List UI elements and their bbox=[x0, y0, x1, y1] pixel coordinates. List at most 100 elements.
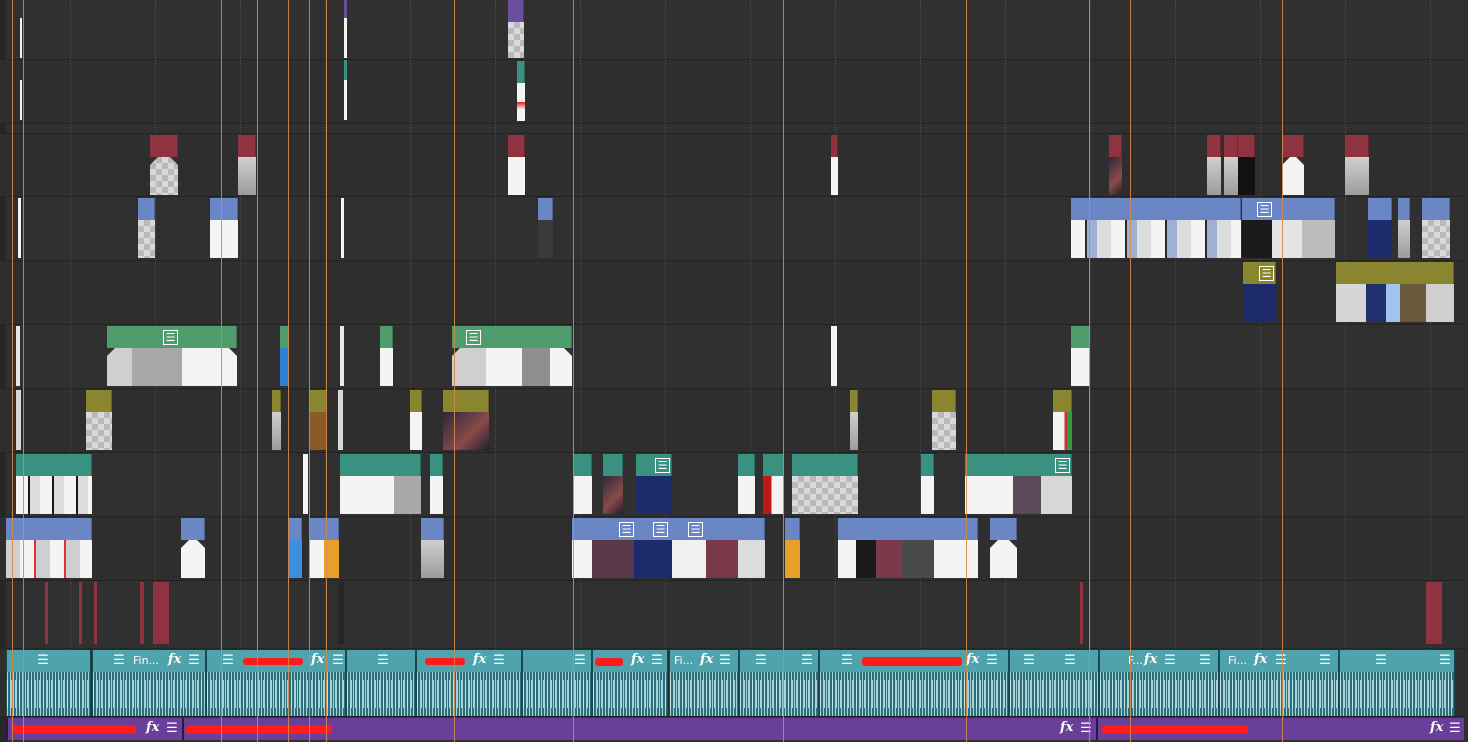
clip-header[interactable] bbox=[573, 454, 592, 476]
audio-clip-header[interactable]: Fi... fx ☰ ☰ bbox=[1220, 650, 1338, 672]
timeline-marker[interactable] bbox=[221, 0, 222, 742]
clip-header[interactable] bbox=[309, 518, 339, 540]
fade-in-handle[interactable] bbox=[150, 157, 158, 165]
fade-out-handle[interactable] bbox=[229, 348, 237, 356]
clip-header[interactable] bbox=[272, 390, 281, 412]
fade-out-handle[interactable] bbox=[564, 348, 572, 356]
menu-icon[interactable]: ☰ bbox=[165, 722, 179, 736]
audio-clip-header[interactable]: ☰ ☰ bbox=[740, 650, 818, 672]
video-clip[interactable] bbox=[850, 390, 858, 450]
clip-header[interactable] bbox=[508, 0, 524, 22]
clip-header[interactable] bbox=[1336, 262, 1454, 284]
video-clip[interactable] bbox=[309, 390, 327, 450]
video-clip-group[interactable]: ☰ ☰ ☰ bbox=[572, 518, 765, 578]
video-clip[interactable]: ☰ bbox=[636, 454, 672, 514]
video-clip[interactable] bbox=[138, 198, 155, 258]
clip-header[interactable] bbox=[1282, 135, 1304, 157]
clip-sliver[interactable] bbox=[338, 390, 343, 450]
audio-clip-header[interactable]: ☰ ☰ bbox=[1010, 650, 1098, 672]
clip-header[interactable] bbox=[309, 390, 327, 412]
clip-header[interactable] bbox=[538, 198, 553, 220]
menu-icon[interactable]: ☰ bbox=[1055, 458, 1070, 473]
menu-icon[interactable]: ☰ bbox=[1374, 654, 1388, 668]
menu-icon[interactable]: ☰ bbox=[1022, 654, 1036, 668]
clip-sliver[interactable] bbox=[344, 18, 347, 58]
clip-sliver[interactable] bbox=[79, 582, 82, 644]
clip-header[interactable] bbox=[921, 454, 934, 476]
menu-icon[interactable]: ☰ bbox=[650, 654, 664, 668]
menu-icon[interactable]: ☰ bbox=[1079, 722, 1093, 736]
audio-clip[interactable]: ☰ ☰ bbox=[739, 650, 819, 716]
video-clip[interactable] bbox=[1053, 390, 1072, 450]
timeline-marker[interactable] bbox=[288, 0, 289, 742]
menu-icon[interactable]: ☰ bbox=[985, 654, 999, 668]
audio-clip[interactable]: fx ☰ bbox=[592, 650, 668, 716]
fx-icon[interactable]: fx bbox=[1430, 720, 1443, 735]
clip-header[interactable] bbox=[380, 326, 393, 348]
timeline-marker[interactable] bbox=[573, 0, 574, 742]
clip-header[interactable] bbox=[210, 198, 238, 220]
fx-icon[interactable]: fx bbox=[1254, 652, 1267, 667]
video-clip[interactable] bbox=[831, 135, 838, 195]
audio-clip[interactable]: ☰ Fin... fx ☰ bbox=[92, 650, 206, 716]
clip-header[interactable] bbox=[1345, 135, 1369, 157]
video-clip[interactable] bbox=[288, 518, 302, 578]
clip-header[interactable] bbox=[603, 454, 623, 476]
audio-clip[interactable]: ☰ ☰ bbox=[1339, 650, 1455, 716]
fade-out-handle[interactable] bbox=[1296, 157, 1304, 165]
clip-sliver[interactable] bbox=[16, 390, 21, 450]
video-clip[interactable] bbox=[150, 135, 178, 195]
fade-in-handle[interactable] bbox=[181, 540, 189, 548]
menu-icon[interactable]: ☰ bbox=[1448, 722, 1462, 736]
clip-header[interactable] bbox=[785, 518, 800, 540]
clip-header[interactable] bbox=[430, 454, 443, 476]
video-clip[interactable] bbox=[309, 518, 339, 578]
timeline-marker[interactable] bbox=[326, 0, 327, 742]
video-clip[interactable] bbox=[508, 135, 525, 195]
audio-clip[interactable]: fx ☰ bbox=[416, 650, 522, 716]
effects-clip[interactable]: fx ☰ bbox=[1096, 718, 1464, 740]
menu-icon[interactable]: ☰ bbox=[619, 522, 634, 537]
clip-header[interactable] bbox=[1224, 135, 1238, 157]
fade-out-handle[interactable] bbox=[170, 157, 178, 165]
fx-icon[interactable]: fx bbox=[700, 652, 713, 667]
audio-clip-header[interactable]: ☰ fx ☰ bbox=[207, 650, 345, 672]
menu-icon[interactable]: ☰ bbox=[221, 654, 235, 668]
timeline-marker[interactable] bbox=[12, 0, 13, 742]
video-clip[interactable] bbox=[410, 390, 422, 450]
clip-header[interactable] bbox=[1368, 198, 1392, 220]
audio-clip-header[interactable]: ☰ ☰ bbox=[1340, 650, 1454, 672]
clip-header[interactable] bbox=[138, 198, 155, 220]
clip-sliver[interactable] bbox=[341, 198, 344, 258]
timeline-marker[interactable] bbox=[309, 0, 310, 742]
menu-icon[interactable]: ☰ bbox=[653, 522, 668, 537]
fx-icon[interactable]: fx bbox=[168, 652, 181, 667]
video-clip[interactable] bbox=[1071, 326, 1090, 386]
menu-icon[interactable]: ☰ bbox=[163, 330, 178, 345]
clip-header[interactable] bbox=[421, 518, 444, 540]
clip-sliver[interactable] bbox=[1426, 582, 1442, 644]
clip-header[interactable]: ☰ bbox=[452, 326, 572, 348]
clip-header[interactable] bbox=[1071, 198, 1241, 220]
menu-icon[interactable]: ☰ bbox=[1063, 654, 1077, 668]
menu-icon[interactable]: ☰ bbox=[187, 654, 201, 668]
video-clip[interactable] bbox=[738, 454, 755, 514]
clip-sliver[interactable] bbox=[344, 0, 347, 18]
audio-clip[interactable]: ☰ bbox=[6, 650, 91, 716]
clip-header[interactable] bbox=[340, 454, 421, 476]
timeline-marker[interactable] bbox=[1089, 0, 1090, 742]
video-clip[interactable] bbox=[921, 454, 934, 514]
clip-header[interactable] bbox=[16, 454, 92, 476]
video-clip[interactable] bbox=[538, 198, 553, 258]
video-clip-group[interactable] bbox=[340, 454, 421, 514]
clip-header[interactable] bbox=[150, 135, 178, 157]
menu-icon[interactable]: ☰ bbox=[1257, 202, 1272, 217]
audio-clip[interactable]: ☰ bbox=[522, 650, 592, 716]
fade-in-handle[interactable] bbox=[990, 540, 998, 548]
clip-header[interactable]: ☰ bbox=[636, 454, 672, 476]
video-clip-group[interactable] bbox=[1071, 198, 1241, 258]
clip-sliver[interactable] bbox=[1080, 582, 1083, 644]
fx-icon[interactable]: fx bbox=[1060, 720, 1073, 735]
video-clip[interactable] bbox=[508, 0, 524, 58]
clip-sliver[interactable] bbox=[20, 18, 22, 58]
